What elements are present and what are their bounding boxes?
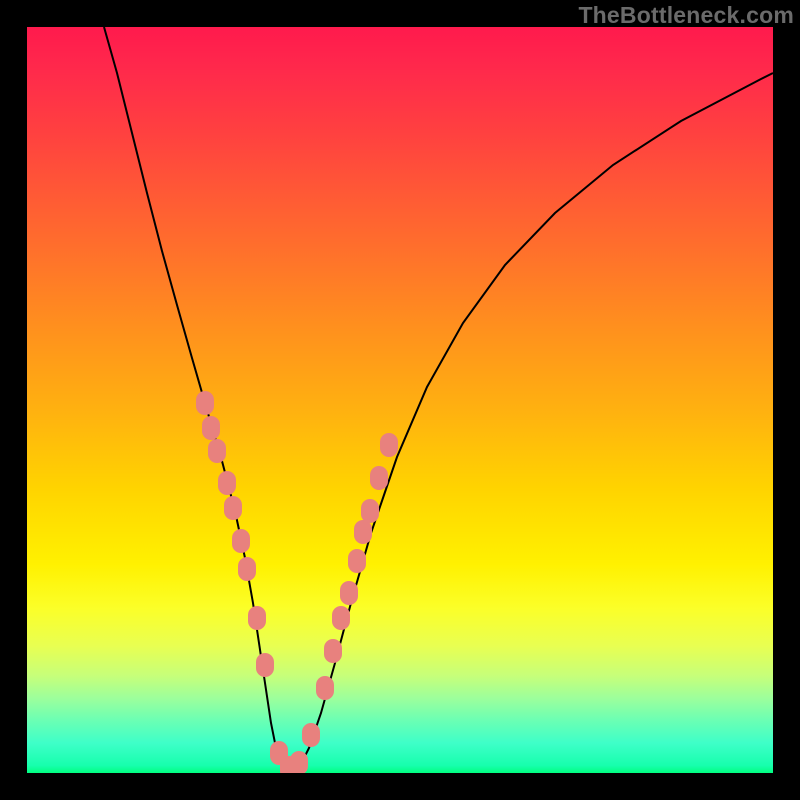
curve-marker [202, 416, 220, 440]
curve-marker [302, 723, 320, 747]
curve-marker [218, 471, 236, 495]
curve-marker [224, 496, 242, 520]
curve-marker [248, 606, 266, 630]
curve-marker [256, 653, 274, 677]
watermark-label: TheBottleneck.com [578, 2, 794, 29]
curve-marker [290, 751, 308, 773]
curve-marker [354, 520, 372, 544]
marker-group [196, 391, 398, 773]
curve-marker [232, 529, 250, 553]
curve-marker [316, 676, 334, 700]
curve-marker [348, 549, 366, 573]
curve-marker [208, 439, 226, 463]
curve-marker [238, 557, 256, 581]
chart-svg [27, 27, 773, 773]
curve-marker [332, 606, 350, 630]
curve-marker [380, 433, 398, 457]
curve-marker [361, 499, 379, 523]
curve-marker [324, 639, 342, 663]
curve-marker [340, 581, 358, 605]
curve-marker [370, 466, 388, 490]
chart-area [27, 27, 773, 773]
curve-marker [196, 391, 214, 415]
